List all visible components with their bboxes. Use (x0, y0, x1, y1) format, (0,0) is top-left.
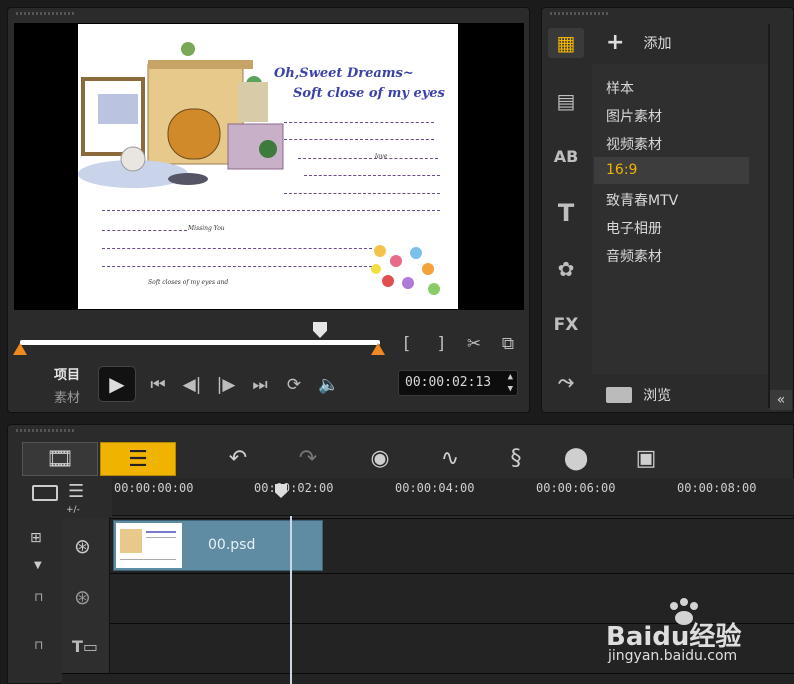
candy-illustration (371, 245, 440, 295)
timecode-value: 00:00:02:13 (405, 375, 492, 390)
collapse-panel-button[interactable]: « (770, 390, 792, 410)
library-divider (768, 24, 770, 408)
timeline-view-button[interactable]: ☰ (100, 442, 176, 476)
voice-track[interactable] (62, 673, 794, 684)
fireplace-illustration (78, 42, 284, 188)
subtitle-editor-icon[interactable]: ▣ (614, 442, 678, 476)
lock-icon[interactable]: ⊓ (34, 590, 43, 604)
audio-mixer-icon[interactable]: ∿ (418, 442, 482, 476)
track-manager-icon[interactable] (32, 485, 58, 501)
media-icon[interactable]: ▦ (548, 28, 584, 58)
mode-clip-label[interactable]: 素材 (54, 387, 80, 406)
timeline-playhead-line[interactable] (290, 516, 292, 684)
card-line (304, 175, 440, 176)
redo-icon[interactable]: ↷ (276, 442, 340, 476)
storyboard-view-button[interactable]: 🎞 (22, 442, 98, 476)
timecode-stepper-icon[interactable]: ▲ ▼ (508, 371, 513, 395)
video-track-icon: ⊛ (74, 534, 91, 558)
card-line (284, 193, 440, 194)
plus-icon: + (606, 30, 625, 55)
motion-track-icon[interactable]: ⬤ (544, 442, 608, 476)
clip-thumbnail (116, 523, 182, 568)
library-item-mtv[interactable]: 致青春MTV (606, 190, 678, 210)
zoom-control[interactable]: +/- (66, 505, 80, 515)
library-item-audio[interactable]: 音频素材 (606, 246, 662, 266)
volume-icon[interactable]: 🔈 (316, 375, 342, 395)
card-footer-text: Soft closes of my eyes and (148, 279, 229, 286)
card-line (284, 139, 434, 140)
list-view-icon[interactable]: ☰ (68, 483, 84, 501)
browse-button[interactable]: 浏览 (606, 384, 671, 406)
trim-start-marker[interactable] (13, 343, 27, 355)
auto-music-icon[interactable]: § (484, 442, 548, 476)
play-icon: ▶ (109, 372, 125, 396)
lock-icon[interactable]: ⊓ (34, 638, 43, 652)
card-line (284, 122, 434, 123)
next-frame-icon[interactable]: |▶ (214, 375, 238, 395)
library-item-16-9[interactable]: 16:9 (606, 162, 637, 178)
card-line (102, 266, 372, 267)
watermark-url: jingyan.baidu.com (608, 648, 738, 664)
go-to-start-icon[interactable]: ⏮ (146, 375, 170, 395)
card-line (102, 210, 440, 211)
path-icon[interactable]: ⤳ (548, 366, 584, 396)
timecode-field[interactable]: 00:00:02:13 ▲ ▼ (398, 370, 518, 396)
panel-grip[interactable] (16, 429, 76, 432)
previous-frame-icon[interactable]: ◀| (180, 375, 204, 395)
clip-name: 00.psd (208, 537, 256, 553)
card-line (102, 248, 372, 249)
library-item-videos[interactable]: 视频素材 (606, 134, 662, 154)
enlarge-preview-icon[interactable]: ⧉ (496, 334, 520, 354)
add-label: 添加 (643, 35, 672, 52)
preview-screen: Oh,Sweet Dreams~ Soft close of my eyes l… (14, 23, 524, 310)
trim-end-marker[interactable] (371, 343, 385, 355)
panel-grip[interactable] (16, 12, 76, 15)
add-button[interactable]: + 添加 (606, 30, 672, 56)
mark-in-icon[interactable]: [ (398, 334, 416, 354)
card-love-text: love (375, 153, 388, 160)
graphic-icon[interactable]: ✿ (548, 254, 584, 284)
track-button-all[interactable]: ⊞ (30, 530, 42, 546)
repeat-icon[interactable]: ⟳ (282, 375, 306, 395)
ruler-tick-label: 00:00:06:00 (536, 481, 616, 495)
play-button[interactable]: ▶ (98, 366, 136, 402)
go-to-end-icon[interactable]: ⏭ (248, 375, 272, 395)
instant-project-icon[interactable]: ▤ (548, 86, 584, 116)
record-capture-icon[interactable]: ◉ (348, 442, 412, 476)
title-track-icon: T▭ (72, 637, 99, 656)
ruler-tick-label: 00:00:08:00 (677, 481, 757, 495)
overlay-track-icon: ⊛ (74, 585, 91, 609)
library-item-images[interactable]: 图片素材 (606, 106, 662, 126)
card-line (298, 158, 438, 159)
video-track-header[interactable]: ⊛ (62, 518, 110, 573)
ruler-tick-label: 00:00:02:00 (254, 481, 334, 495)
library-item-album[interactable]: 电子相册 (606, 218, 662, 238)
overlay-track-header[interactable]: ⊛ (62, 573, 110, 623)
mark-out-icon[interactable]: ] (432, 334, 450, 354)
film-icon: 🎞 (46, 447, 74, 472)
timeline-icon: ☰ (128, 447, 148, 472)
preview-image: Oh,Sweet Dreams~ Soft close of my eyes l… (78, 24, 458, 309)
scissors-icon[interactable]: ✂ (462, 334, 486, 354)
track-expand-icon[interactable]: ▼ (34, 560, 42, 571)
ruler-tick-label: 00:00:04:00 (395, 481, 475, 495)
mode-project-label[interactable]: 项目 (54, 364, 80, 383)
card-line (102, 230, 187, 231)
browse-icon (606, 386, 632, 403)
library-item-samples[interactable]: 样本 (606, 78, 634, 98)
transition-icon[interactable]: AB (548, 142, 584, 172)
filter-icon[interactable]: FX (548, 310, 584, 340)
ruler-tick-label: 00:00:00:00 (114, 481, 194, 495)
title-icon[interactable]: T (548, 198, 584, 228)
baidu-watermark: Baidu经验 jingyan.baidu.com (606, 598, 792, 668)
panel-grip[interactable] (550, 12, 610, 15)
undo-icon[interactable]: ↶ (206, 442, 270, 476)
title-track-header[interactable]: T▭ (62, 623, 110, 673)
card-missing-text: Missing You (188, 225, 225, 232)
card-title-line2: Soft close of my eyes (293, 86, 445, 101)
scrub-track[interactable] (20, 340, 380, 345)
browse-label: 浏览 (643, 387, 672, 404)
card-title-line1: Oh,Sweet Dreams~ (274, 66, 414, 81)
